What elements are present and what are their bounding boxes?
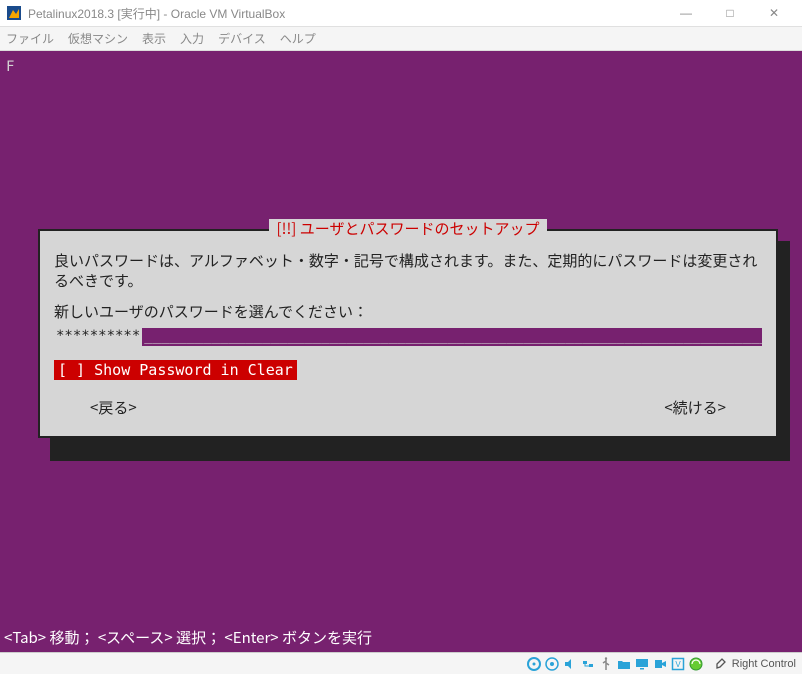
dialog-body-text: 良いパスワードは、アルファベット・数字・記号で構成されます。また、定期的にパスワ… <box>54 251 762 292</box>
network-icon[interactable] <box>581 656 596 671</box>
optical-icon[interactable] <box>545 656 560 671</box>
continue-button[interactable]: <続ける> <box>664 398 726 418</box>
app-icon <box>6 5 22 21</box>
menubar: ファイル 仮想マシン 表示 入力 デバイス ヘルプ <box>0 27 802 51</box>
menu-file[interactable]: ファイル <box>6 30 54 47</box>
maximize-button[interactable]: □ <box>708 0 752 27</box>
audio-icon[interactable] <box>563 656 578 671</box>
password-field-fill: ________________________________________… <box>142 327 762 346</box>
usb-icon[interactable] <box>599 656 614 671</box>
dialog-title: [!!] ユーザとパスワードのセットアップ <box>269 219 548 239</box>
window-titlebar: Petalinux2018.3 [実行中] - Oracle VM Virtua… <box>0 0 802 27</box>
back-button[interactable]: <戻る> <box>90 398 137 418</box>
vm-top-marker: F <box>6 59 14 75</box>
vm-display[interactable]: F [!!] ユーザとパスワードのセットアップ 良いパスワードは、アルファベット… <box>0 51 802 652</box>
dialog-title-text: ユーザとパスワードのセットアップ <box>300 218 540 239</box>
host-statusbar: V Right Control <box>0 652 802 674</box>
menu-view[interactable]: 表示 <box>142 30 166 47</box>
dialog-title-wrap: [!!] ユーザとパスワードのセットアップ <box>40 219 776 239</box>
host-key-indicator[interactable]: Right Control <box>714 656 796 671</box>
password-masked-value: ********** <box>54 327 142 346</box>
shared-folder-icon[interactable] <box>617 656 632 671</box>
svg-text:V: V <box>676 660 682 669</box>
show-password-checkbox[interactable]: [ ] Show Password in Clear <box>54 360 297 380</box>
host-key-icon <box>714 656 729 671</box>
menu-input[interactable]: 入力 <box>180 30 204 47</box>
hdd-icon[interactable] <box>527 656 542 671</box>
menu-machine[interactable]: 仮想マシン <box>68 30 128 47</box>
window-controls: — □ ✕ <box>664 0 796 27</box>
vm-hint-bar: <Tab> 移動； <スペース> 選択； <Enter> ボタンを実行 <box>4 627 372 648</box>
minimize-button[interactable]: — <box>664 0 708 27</box>
close-button[interactable]: ✕ <box>752 0 796 27</box>
password-input[interactable]: ********** _____________________________… <box>54 328 762 346</box>
guest-additions-icon[interactable] <box>689 656 704 671</box>
menu-help[interactable]: ヘルプ <box>280 30 316 47</box>
menu-devices[interactable]: デバイス <box>218 30 266 47</box>
dialog-title-prefix: [!!] <box>277 218 300 239</box>
recording-icon[interactable] <box>653 656 668 671</box>
display-icon[interactable] <box>635 656 650 671</box>
installer-dialog: [!!] ユーザとパスワードのセットアップ 良いパスワードは、アルファベット・数… <box>38 229 778 438</box>
host-key-label: Right Control <box>732 658 796 670</box>
status-icons: V <box>527 656 704 671</box>
dialog-nav-row: <戻る> <続ける> <box>50 398 766 418</box>
window-title: Petalinux2018.3 [実行中] - Oracle VM Virtua… <box>28 5 285 22</box>
password-prompt: 新しいユーザのパスワードを選んでください： <box>54 302 762 322</box>
virtualization-icon[interactable]: V <box>671 656 686 671</box>
